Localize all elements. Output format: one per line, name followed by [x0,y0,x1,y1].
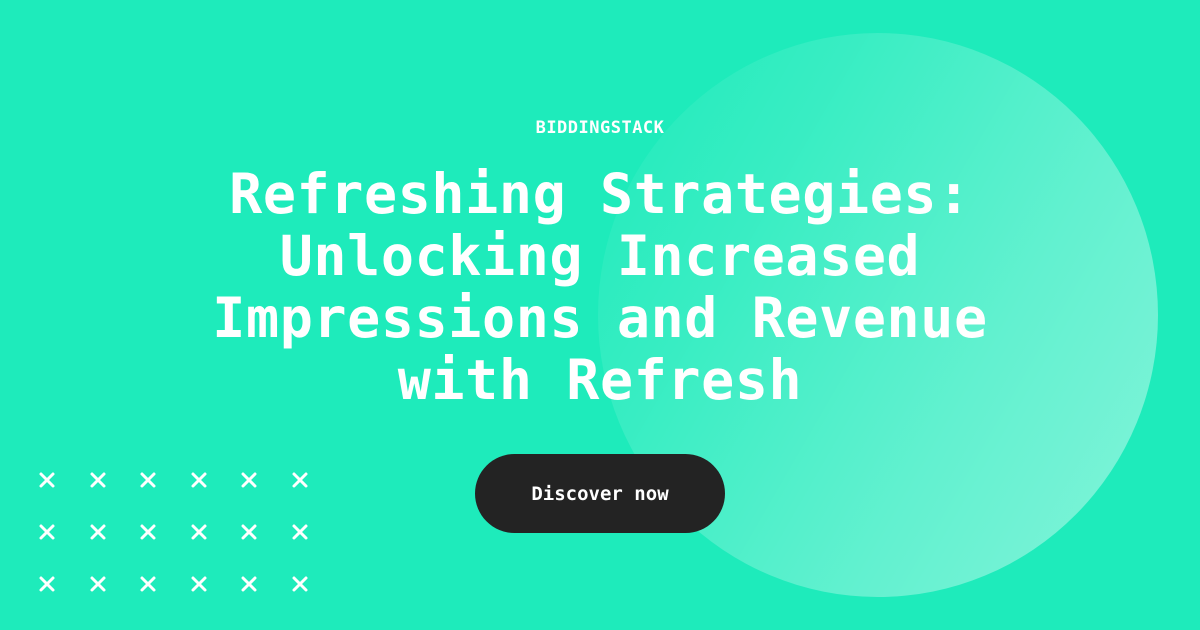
headline: Refreshing Strategies: Unlocking Increas… [0,163,1200,411]
x-pattern-grid [37,470,317,600]
x-mark-icon [189,522,209,542]
headline-line: Refreshing Strategies: [229,162,971,226]
headline-line: Impressions and Revenue [212,286,988,350]
x-mark-icon [290,522,310,542]
x-mark-icon [138,574,158,594]
x-mark-icon [239,574,259,594]
headline-line: Unlocking Increased [279,224,921,288]
x-mark-icon [239,522,259,542]
x-mark-icon [290,470,310,490]
x-mark-icon [138,522,158,542]
x-mark-icon [189,574,209,594]
x-mark-icon [88,574,108,594]
x-mark-icon [138,470,158,490]
x-mark-icon [239,470,259,490]
x-mark-icon [37,470,57,490]
x-mark-icon [88,522,108,542]
x-mark-icon [37,522,57,542]
headline-line: with Refresh [397,348,803,412]
brand-label: BIDDINGSTACK [535,118,665,138]
x-mark-icon [37,574,57,594]
x-mark-icon [189,470,209,490]
x-mark-icon [88,470,108,490]
discover-now-button[interactable]: Discover now [475,454,725,533]
x-mark-icon [290,574,310,594]
